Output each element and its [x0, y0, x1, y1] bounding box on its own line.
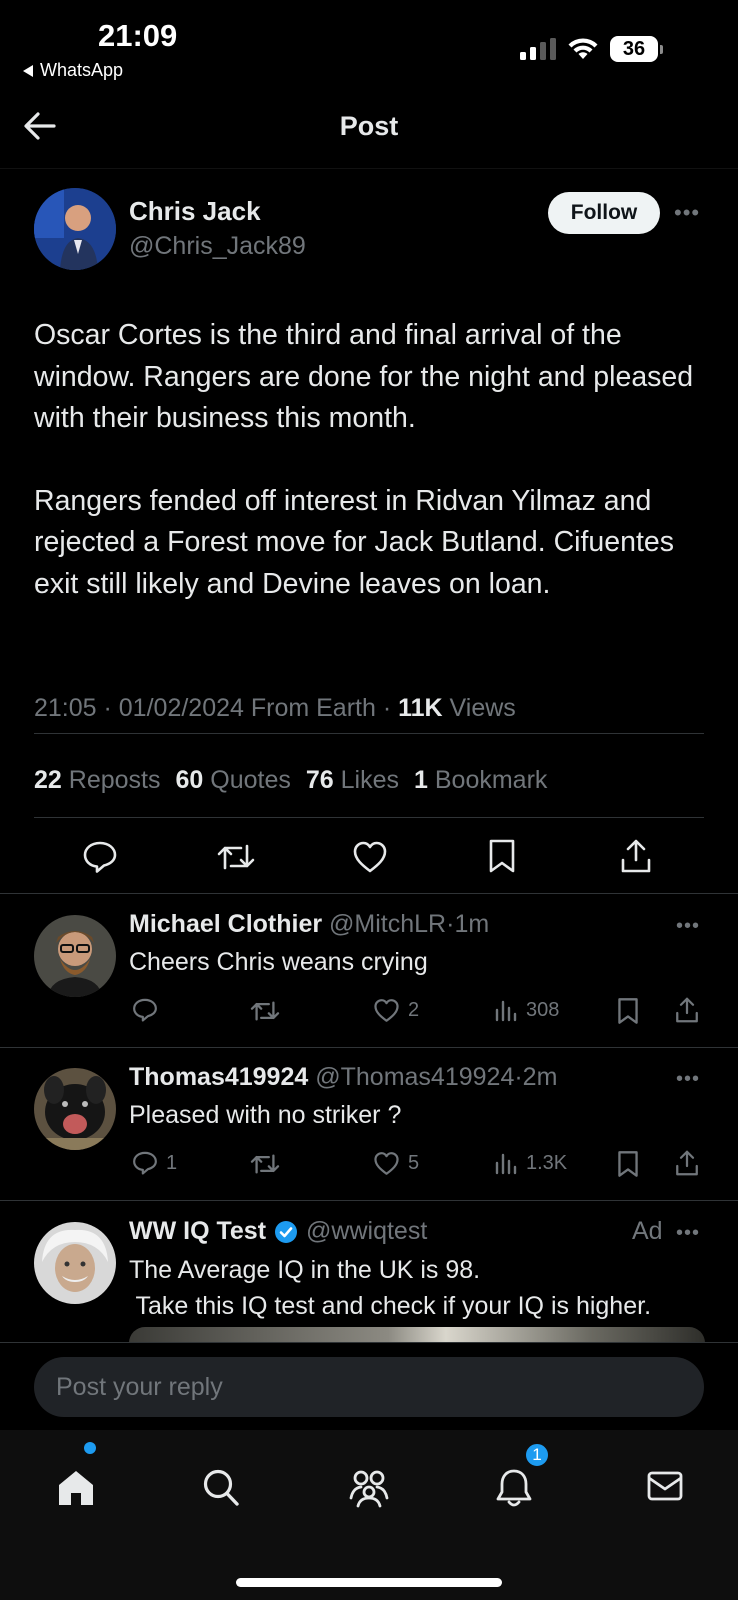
like-count: 5: [408, 1152, 420, 1174]
reply-icon[interactable]: [82, 840, 118, 874]
views-icon: [495, 1000, 517, 1022]
reply-avatar[interactable]: [34, 915, 116, 997]
bookmark-icon[interactable]: [488, 838, 516, 874]
quotes-stat[interactable]: 60 Quotes: [175, 766, 290, 795]
reply-text: Cheers Chris weans crying: [129, 948, 428, 976]
more-options-icon[interactable]: •••: [676, 1068, 700, 1091]
reply-bar: [0, 1342, 738, 1430]
ad-header: WW IQ Test @wwiqtest: [129, 1217, 427, 1246]
reply-header: Michael Clothier @MitchLR·1m: [129, 910, 490, 938]
messages-icon[interactable]: [646, 1468, 684, 1504]
share-icon[interactable]: [675, 1149, 699, 1177]
divider: [34, 733, 704, 734]
views-count: 308: [526, 998, 560, 1021]
status-indicators: 36: [520, 36, 663, 62]
home-icon[interactable]: [56, 1468, 96, 1508]
repost-icon[interactable]: [250, 1151, 280, 1177]
ad-author-handle[interactable]: @wwiqtest: [306, 1217, 427, 1246]
author-avatar[interactable]: [34, 188, 116, 270]
author-handle[interactable]: @Chris_Jack89: [129, 232, 306, 261]
reply-text: Pleased with no striker ?: [129, 1101, 402, 1129]
post-stats: 22 Reposts 60 Quotes 76 Likes 1 Bookmark: [34, 766, 547, 795]
divider: [34, 817, 704, 818]
post-paragraph: Rangers fended off interest in Ridvan Yi…: [34, 484, 674, 600]
repost-icon[interactable]: [250, 998, 280, 1024]
reply-header: Thomas419924 @Thomas419924·2m: [129, 1063, 558, 1091]
views-icon: [495, 1153, 517, 1175]
reply-count: 1: [166, 1151, 178, 1174]
like-icon: [374, 1152, 399, 1175]
reply-icon[interactable]: [132, 997, 158, 1023]
share-icon[interactable]: [620, 838, 652, 874]
bookmark-icon[interactable]: [617, 1150, 639, 1178]
views-label[interactable]: Views: [450, 694, 516, 722]
verified-badge-icon: [274, 1220, 298, 1244]
share-icon[interactable]: [675, 996, 699, 1024]
views-count: 11K: [398, 694, 443, 722]
reply-time: 2m: [522, 1063, 558, 1091]
post-paragraph: Oscar Cortes is the third and final arri…: [34, 319, 694, 434]
status-time: 21:09: [98, 18, 178, 53]
ad-label: Ad: [632, 1217, 663, 1245]
follow-button[interactable]: Follow: [548, 192, 660, 234]
battery-indicator: 36: [610, 36, 658, 62]
ad-text: The Average IQ in the UK is 98.: [129, 1256, 481, 1284]
reply-time: 1m: [454, 910, 490, 938]
post-source: From Earth: [250, 694, 376, 722]
reply-author-name[interactable]: Michael Clothier: [129, 910, 322, 938]
post-body: Oscar Cortes is the third and final arri…: [34, 315, 714, 605]
post-time: 21:05: [34, 694, 97, 722]
views-count: 1.3K: [526, 1151, 568, 1174]
home-new-dot: [84, 1442, 96, 1454]
views-button[interactable]: 1.3K: [494, 1151, 567, 1175]
post-metadata: 21:05 · 01/02/2024 From Earth · 11K View…: [34, 694, 516, 722]
communities-icon[interactable]: [348, 1468, 390, 1508]
signal-icon: [520, 38, 556, 60]
page-title: Post: [339, 111, 399, 141]
reply-icon: [133, 1151, 157, 1175]
post-date: 01/02/2024: [118, 694, 244, 722]
battery-cap-icon: [660, 44, 663, 54]
search-icon[interactable]: [202, 1468, 240, 1508]
author-name[interactable]: Chris Jack: [129, 196, 261, 227]
more-options-icon[interactable]: •••: [674, 200, 700, 226]
divider: [0, 1200, 738, 1201]
back-triangle-icon: [22, 64, 34, 78]
reply-author-name[interactable]: Thomas419924: [129, 1063, 308, 1091]
bookmarks-stat[interactable]: 1 Bookmark: [414, 766, 547, 795]
home-indicator[interactable]: [236, 1578, 502, 1587]
notifications-icon[interactable]: [496, 1468, 532, 1508]
like-button[interactable]: 5: [373, 1151, 419, 1176]
like-count: 2: [408, 999, 420, 1021]
wifi-icon: [568, 38, 598, 60]
like-icon[interactable]: [352, 840, 388, 874]
views-button[interactable]: 308: [494, 998, 559, 1022]
bookmark-icon[interactable]: [617, 997, 639, 1025]
reply-input[interactable]: [34, 1357, 704, 1417]
back-app-label: WhatsApp: [40, 60, 124, 80]
like-icon: [374, 999, 399, 1022]
likes-stat[interactable]: 76 Likes: [306, 766, 399, 795]
back-to-app-link[interactable]: WhatsApp: [22, 60, 123, 81]
more-options-icon[interactable]: •••: [676, 1222, 700, 1245]
more-options-icon[interactable]: •••: [676, 915, 700, 938]
bottom-nav: 1: [0, 1430, 738, 1600]
reply-author-handle[interactable]: @Thomas419924: [315, 1063, 514, 1091]
reply-avatar[interactable]: [34, 1068, 116, 1150]
ad-avatar[interactable]: [34, 1222, 116, 1304]
post-header: Post: [0, 88, 738, 168]
reposts-stat[interactable]: 22 Reposts: [34, 766, 160, 795]
header-divider: [0, 168, 738, 169]
repost-icon[interactable]: [217, 840, 255, 874]
notifications-badge: 1: [524, 1442, 550, 1468]
reply-button[interactable]: 1: [132, 1150, 177, 1176]
like-button[interactable]: 2: [373, 998, 419, 1023]
reply-author-handle[interactable]: @MitchLR: [329, 910, 446, 938]
ad-author-name[interactable]: WW IQ Test: [129, 1217, 266, 1246]
ad-text: Take this IQ test and check if your IQ i…: [129, 1292, 652, 1320]
